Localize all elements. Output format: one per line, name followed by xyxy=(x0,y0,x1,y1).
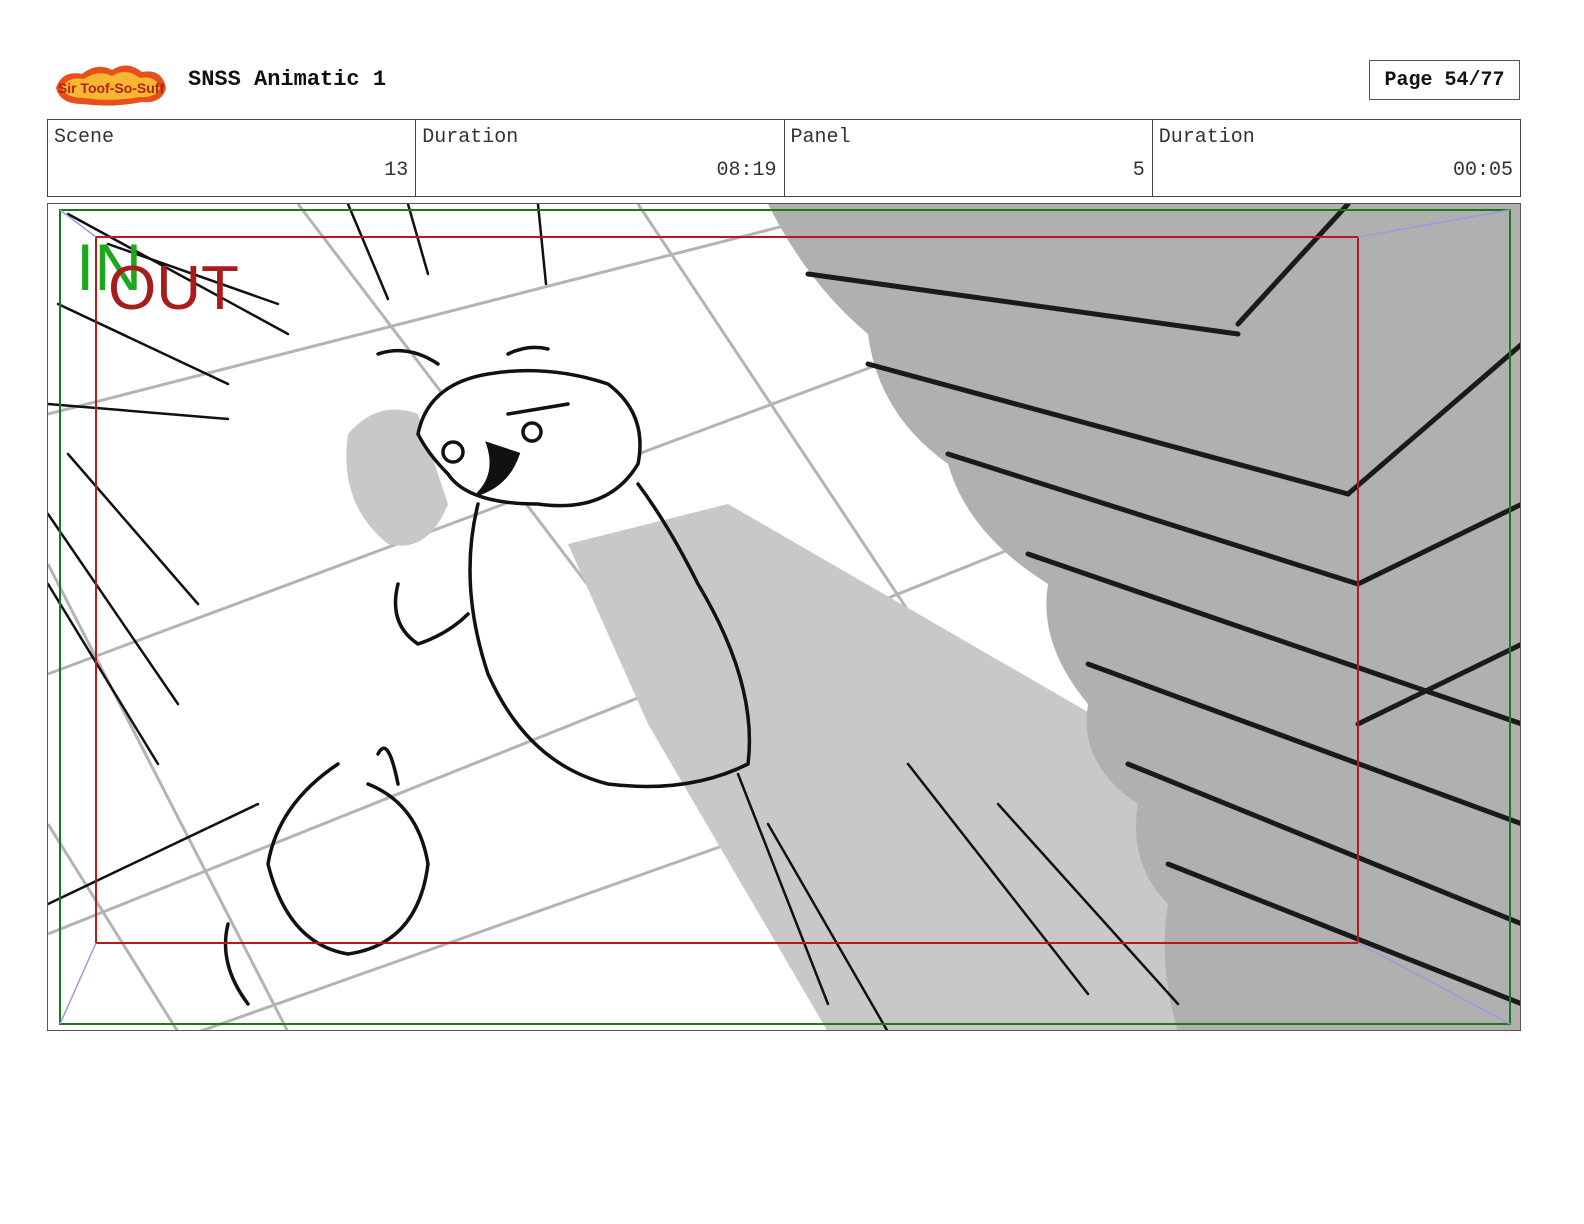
scene-duration-value: 08:19 xyxy=(716,159,777,182)
scene-duration-cell: Duration 08:19 xyxy=(416,120,785,196)
page-indicator: Page 54/77 xyxy=(1369,60,1520,100)
storyboard-sketch xyxy=(48,204,1520,1030)
panel-label: Panel xyxy=(790,126,851,149)
scene-value: 13 xyxy=(384,159,409,182)
panel-duration-label: Duration xyxy=(1158,126,1255,149)
out-marker: OUT xyxy=(108,254,239,323)
show-logo: Sir Toof-So-Suff xyxy=(52,58,170,108)
panel-info-table: Scene 13 Duration 08:19 Panel 5 Duration… xyxy=(47,119,1521,197)
panel-value: 5 xyxy=(1132,159,1145,182)
scene-cell: Scene 13 xyxy=(48,120,417,196)
scene-duration-label: Duration xyxy=(422,126,519,149)
storyboard-panel: IN OUT xyxy=(47,203,1521,1031)
document-title: SNSS Animatic 1 xyxy=(188,67,387,92)
scene-label: Scene xyxy=(54,126,115,149)
svg-text:Sir Toof-So-Suff: Sir Toof-So-Suff xyxy=(58,80,165,96)
panel-duration-value: 00:05 xyxy=(1452,159,1513,182)
panel-cell: Panel 5 xyxy=(785,120,1153,196)
panel-duration-cell: Duration 00:05 xyxy=(1153,120,1520,196)
